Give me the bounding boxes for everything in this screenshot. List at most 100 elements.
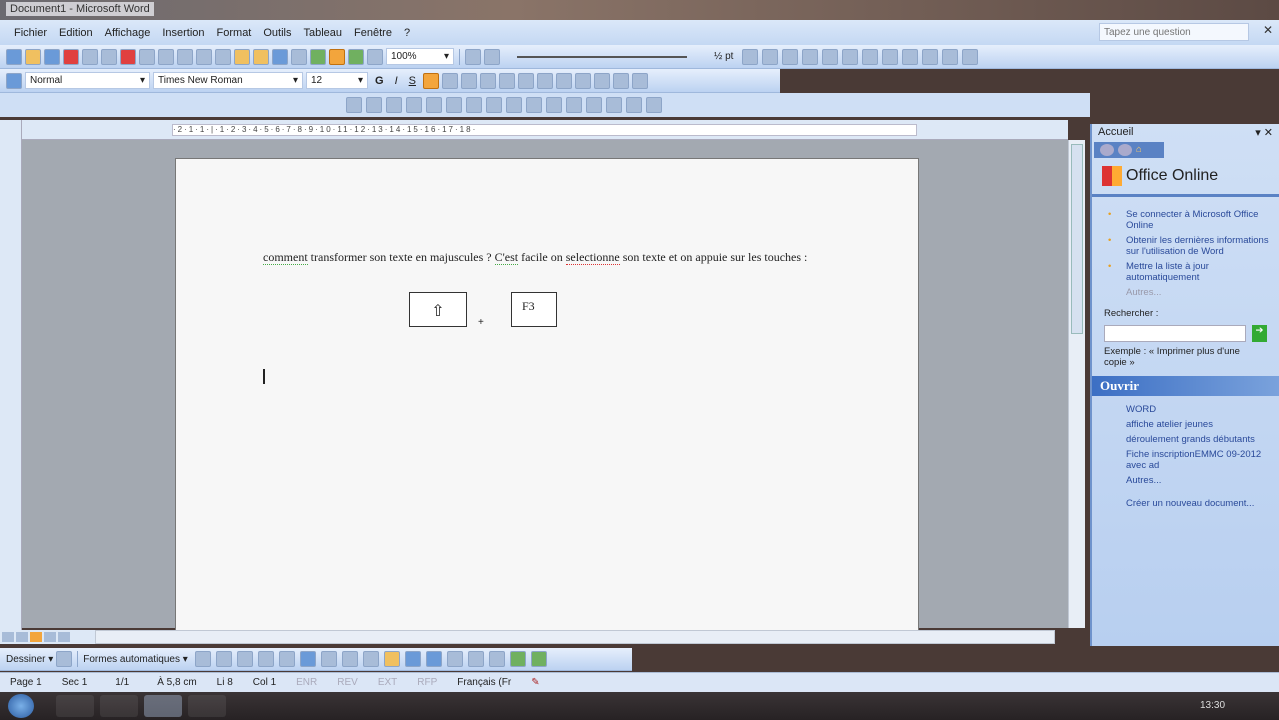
rectangle-icon[interactable] — [236, 651, 253, 667]
review-icon-7[interactable] — [466, 97, 482, 113]
recent-file-link[interactable]: affiche atelier jeunes — [1126, 419, 1279, 430]
line-color-icon[interactable] — [742, 48, 759, 65]
taskbar-explorer-icon[interactable] — [56, 695, 94, 717]
reading-mode-icon[interactable] — [465, 48, 481, 65]
review-icon-11[interactable] — [546, 97, 562, 113]
3d-icon[interactable] — [530, 651, 547, 667]
save-icon[interactable] — [44, 48, 60, 65]
fill-color-icon[interactable] — [383, 651, 400, 667]
spelling-status-icon[interactable]: ✎ — [521, 677, 549, 688]
autosum-icon[interactable] — [962, 48, 979, 65]
recent-file-link[interactable]: WORD — [1126, 404, 1279, 415]
shadow-icon[interactable] — [509, 651, 526, 667]
oval-icon[interactable] — [257, 651, 274, 667]
border-icon[interactable] — [762, 48, 779, 65]
more-link[interactable]: Autres... — [1126, 287, 1279, 298]
print-layout-button[interactable] — [30, 632, 42, 642]
help-question-input[interactable] — [1099, 23, 1249, 41]
align-center-icon[interactable] — [441, 72, 458, 89]
review-icon-9[interactable] — [506, 97, 522, 113]
picture-icon[interactable] — [362, 651, 379, 667]
sort-desc-icon[interactable] — [942, 48, 959, 65]
paste-icon[interactable] — [234, 48, 250, 65]
sort-asc-icon[interactable] — [922, 48, 939, 65]
review-icon-6[interactable] — [446, 97, 462, 113]
search-go-icon[interactable]: ➔ — [1252, 325, 1267, 342]
latest-info-link[interactable]: Obtenir les dernières informations sur l… — [1108, 235, 1279, 257]
permission-icon[interactable] — [63, 48, 79, 65]
cut-icon[interactable] — [196, 48, 212, 65]
font-color-icon[interactable] — [631, 72, 648, 89]
menu-fenetre[interactable]: Fenêtre — [354, 27, 392, 39]
hyperlink-icon[interactable] — [310, 48, 326, 65]
spelling-icon[interactable] — [158, 48, 174, 65]
review-icon-3[interactable] — [386, 97, 402, 113]
vertical-scrollbar[interactable] — [1068, 140, 1085, 628]
horizontal-ruler[interactable]: ·2·1·1·|·1·2·3·4·5·6·7·8·9·10·11·12·13·1… — [22, 120, 1068, 140]
open-more-link[interactable]: Autres... — [1126, 475, 1279, 486]
compare-icon[interactable] — [484, 48, 500, 65]
align-left-icon[interactable] — [422, 72, 439, 89]
horizontal-scrollbar[interactable] — [95, 630, 1055, 644]
forward-icon[interactable] — [1118, 144, 1132, 156]
pdf-icon[interactable] — [120, 48, 136, 65]
menu-insertion[interactable]: Insertion — [162, 27, 204, 39]
update-list-link[interactable]: Mettre la liste à jour automatiquement — [1108, 261, 1279, 283]
document-text[interactable]: comment transformer son texte en majuscu… — [263, 249, 823, 265]
redo-icon[interactable] — [291, 48, 307, 65]
menu-outils[interactable]: Outils — [263, 27, 291, 39]
start-button[interactable] — [8, 694, 34, 718]
review-icon-1[interactable] — [346, 97, 362, 113]
status-ext[interactable]: EXT — [368, 677, 407, 688]
font-size-select[interactable]: 12 ▾ — [306, 72, 368, 89]
vertical-ruler[interactable] — [0, 120, 22, 630]
review-icon-12[interactable] — [566, 97, 582, 113]
taskbar-word-icon[interactable] — [144, 695, 182, 717]
status-rev[interactable]: REV — [327, 677, 368, 688]
bullets-icon[interactable] — [536, 72, 553, 89]
border-icon[interactable] — [593, 72, 610, 89]
zoom-select[interactable]: 100% ▾ — [386, 48, 454, 65]
open-icon[interactable] — [25, 48, 41, 65]
review-icon-16[interactable] — [646, 97, 662, 113]
clipart-icon[interactable] — [341, 651, 358, 667]
arrow-icon[interactable] — [215, 651, 232, 667]
format-painter-icon[interactable] — [253, 48, 269, 65]
tables-borders-icon[interactable] — [329, 48, 345, 65]
menu-affichage[interactable]: Affichage — [105, 27, 151, 39]
merge-cells-icon[interactable] — [822, 48, 839, 65]
copy-icon[interactable] — [215, 48, 231, 65]
new-icon[interactable] — [6, 48, 22, 65]
style-select[interactable]: Normal ▾ — [25, 72, 150, 89]
f3-key-box[interactable]: F3 — [511, 292, 557, 327]
show-hide-icon[interactable] — [367, 48, 383, 65]
review-icon-15[interactable] — [626, 97, 642, 113]
status-enr[interactable]: ENR — [286, 677, 327, 688]
line-color-icon[interactable] — [404, 651, 421, 667]
draw-menu[interactable]: Dessiner ▾ — [6, 654, 53, 665]
increase-indent-icon[interactable] — [574, 72, 591, 89]
font-select[interactable]: Times New Roman ▾ — [153, 72, 303, 89]
web-view-button[interactable] — [16, 632, 28, 642]
task-pane-search-input[interactable] — [1104, 325, 1246, 342]
wordart-icon[interactable] — [299, 651, 316, 667]
line-spacing-icon[interactable] — [498, 72, 515, 89]
align-right-icon[interactable] — [460, 72, 477, 89]
back-icon[interactable] — [1100, 144, 1114, 156]
menu-help[interactable]: ? — [404, 27, 410, 39]
review-icon-10[interactable] — [526, 97, 542, 113]
distribute-rows-icon[interactable] — [882, 48, 899, 65]
arrow-style-icon[interactable] — [488, 651, 505, 667]
insert-table-icon[interactable] — [348, 48, 364, 65]
select-objects-icon[interactable] — [56, 651, 73, 667]
highlight-icon[interactable] — [612, 72, 629, 89]
outline-view-button[interactable] — [44, 632, 56, 642]
numbering-icon[interactable] — [517, 72, 534, 89]
reading-view-button[interactable] — [58, 632, 70, 642]
justify-icon[interactable] — [479, 72, 496, 89]
print-icon[interactable] — [101, 48, 117, 65]
review-icon-8[interactable] — [486, 97, 502, 113]
review-icon-5[interactable] — [426, 97, 442, 113]
underline-button[interactable]: S — [409, 75, 416, 87]
print-preview-icon[interactable] — [139, 48, 155, 65]
